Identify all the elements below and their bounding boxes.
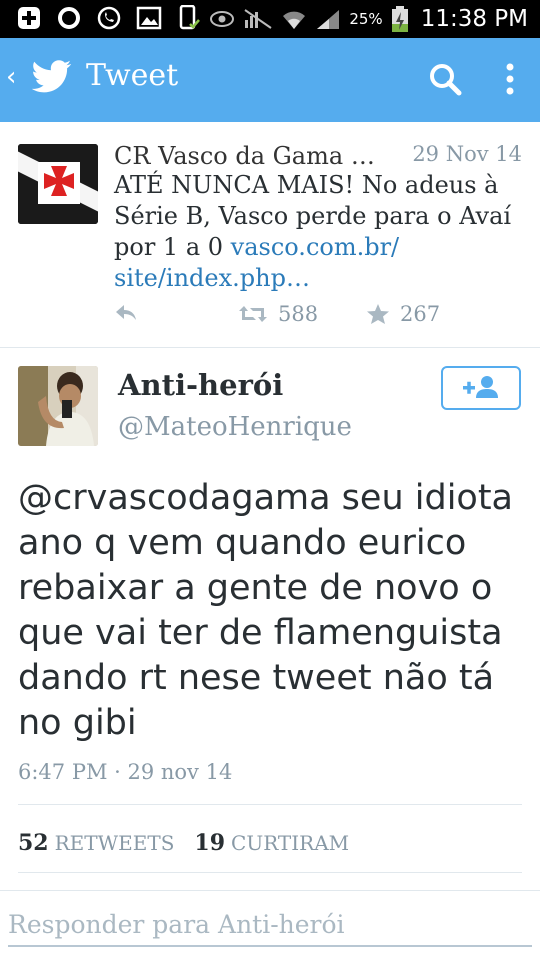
- reply-input[interactable]: [8, 903, 532, 947]
- tweet-text: @crvascodagama seu idiota ano q vem quan…: [18, 478, 514, 743]
- page-title: Tweet: [86, 58, 179, 93]
- twitter-bird-icon[interactable]: [32, 60, 72, 94]
- search-icon[interactable]: [428, 62, 462, 96]
- avatar[interactable]: [18, 366, 98, 446]
- tweet-actions: 588 267: [114, 302, 524, 332]
- battery-percent: 25%: [349, 10, 383, 28]
- divider: [18, 872, 522, 873]
- favorite-label: CURTIRAM: [231, 831, 350, 855]
- tweet-stats: 52 RETWEETS 19 CURTIRAM: [18, 830, 349, 856]
- eye-icon: [210, 11, 235, 27]
- wifi-icon: [283, 11, 306, 29]
- status-bar: 25% 11:38 PM: [0, 0, 540, 38]
- star-icon: [367, 304, 389, 324]
- image-icon: [136, 6, 162, 30]
- retweet-count: 52: [18, 830, 49, 856]
- add-notification-icon: [18, 7, 40, 29]
- avatar[interactable]: [18, 144, 98, 224]
- author-handle[interactable]: @MateoHenrique: [118, 412, 352, 442]
- retweets-stat[interactable]: 52 RETWEETS: [18, 830, 174, 856]
- profile-photo-image: [18, 366, 98, 446]
- back-button[interactable]: ‹: [6, 62, 16, 92]
- retweet-action[interactable]: 588: [238, 302, 318, 326]
- tweet-text: ATÉ NUNCA MAIS! No adeus à Série B, Vasc…: [114, 170, 524, 294]
- circle-notification-icon: [58, 7, 80, 29]
- reply-icon: [116, 305, 136, 320]
- phone-check-icon: [179, 5, 200, 30]
- retweet-icon: [239, 306, 267, 322]
- notification-icons: [16, 5, 202, 31]
- retweet-label: RETWEETS: [54, 831, 175, 855]
- battery-charging-icon: [391, 6, 408, 32]
- reply-bar: [0, 890, 540, 960]
- retweet-count: 588: [278, 302, 319, 326]
- reply-action[interactable]: [114, 302, 138, 322]
- cell-signal-icon: [317, 10, 340, 29]
- favorite-count: 19: [194, 830, 226, 856]
- app-bar: ‹ Tweet: [0, 38, 540, 122]
- no-signal-vibrate-icon: [244, 9, 272, 29]
- author-name[interactable]: Anti-herói: [118, 368, 283, 402]
- divider: [18, 804, 522, 805]
- favorite-count: 267: [400, 302, 441, 326]
- system-status-icons: 25% 11:38 PM: [209, 0, 528, 38]
- author-name[interactable]: CR Vasco da Gama …: [114, 142, 375, 170]
- tweet-date: 29 Nov 14: [412, 142, 522, 166]
- favorites-stat[interactable]: 19 CURTIRAM: [194, 830, 349, 856]
- overflow-menu-icon[interactable]: [504, 62, 516, 96]
- follow-button[interactable]: [441, 366, 521, 410]
- clock: 11:38 PM: [420, 6, 528, 32]
- tweet-timestamp: 6:47 PM · 29 nov 14: [18, 760, 233, 784]
- whatsapp-icon: [97, 6, 121, 30]
- favorite-action[interactable]: 267: [366, 302, 440, 326]
- add-user-icon: [463, 376, 498, 398]
- context-tweet[interactable]: CR Vasco da Gama … 29 Nov 14 ATÉ NUNCA M…: [0, 122, 540, 348]
- vasco-cross-avatar-image: [18, 144, 98, 224]
